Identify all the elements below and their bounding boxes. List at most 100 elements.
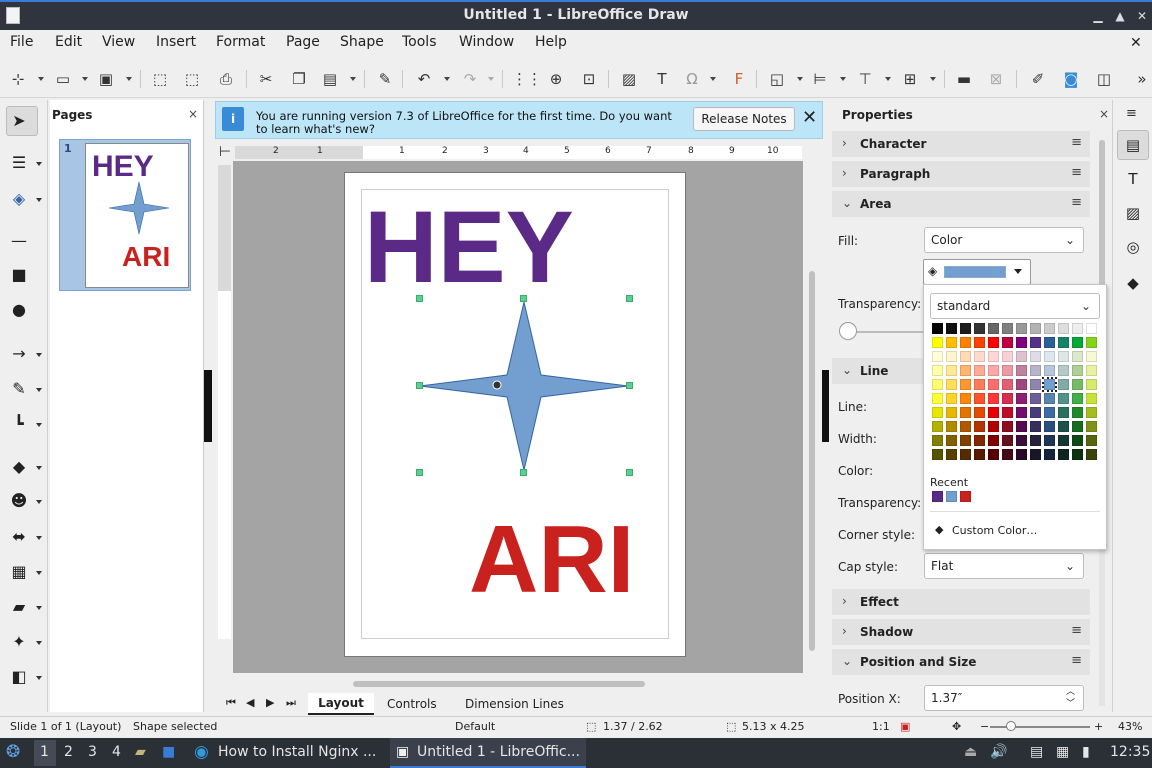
palette-swatch[interactable] [988, 365, 999, 376]
workspace-2[interactable]: 2 [64, 744, 73, 760]
palette-swatch[interactable] [1002, 379, 1013, 390]
palette-swatch[interactable] [1002, 351, 1013, 362]
rectangle-tool-icon[interactable]: ■ [8, 264, 30, 286]
palette-swatch[interactable] [1016, 421, 1027, 432]
release-notes-button[interactable]: Release Notes [693, 107, 795, 131]
prev-tab-icon[interactable]: ◀ [246, 696, 254, 709]
palette-swatch[interactable] [988, 449, 999, 460]
task-browser[interactable]: How to Install Nginx ... [218, 744, 376, 760]
distribute-icon[interactable]: ⊞ [900, 69, 920, 89]
undo-icon[interactable]: ↶ [414, 69, 434, 89]
zoom-slider-thumb[interactable] [1006, 721, 1016, 731]
section-line[interactable]: ⌄ Line [832, 358, 924, 384]
palette-swatch[interactable] [960, 351, 971, 362]
palette-swatch[interactable] [1030, 421, 1041, 432]
palette-swatch[interactable] [1086, 393, 1097, 404]
palette-swatch[interactable] [1044, 449, 1055, 460]
sidebar-menu-icon[interactable]: ≡ [1126, 106, 1137, 121]
page-thumbnail[interactable]: 1 HEY ARI [59, 139, 191, 291]
palette-swatch[interactable] [1044, 351, 1055, 362]
palette-swatch[interactable] [960, 449, 971, 460]
close-window-button[interactable]: ✕ [1134, 8, 1150, 24]
arrow-line-icon[interactable]: → [8, 343, 30, 365]
palette-swatch[interactable] [974, 407, 985, 418]
stars-icon[interactable]: ✦ [8, 631, 30, 653]
navigator-deck-icon[interactable]: ◎ [1121, 235, 1145, 259]
palette-swatch[interactable] [1030, 337, 1041, 348]
palette-swatch[interactable] [932, 449, 943, 460]
menu-window[interactable]: Window [459, 34, 514, 50]
palette-swatch[interactable] [988, 379, 999, 390]
palette-swatch[interactable] [974, 449, 985, 460]
palette-swatch[interactable] [1030, 407, 1041, 418]
palette-swatch[interactable] [1072, 435, 1083, 446]
palette-swatch[interactable] [1044, 407, 1055, 418]
zoom-pan-icon[interactable]: ⊡ [579, 69, 599, 89]
palette-swatch[interactable] [960, 421, 971, 432]
zoom-level[interactable]: 43% [1118, 720, 1142, 733]
palette-swatch[interactable] [1072, 365, 1083, 376]
menu-shape[interactable]: Shape [340, 34, 384, 50]
palette-swatch[interactable] [1086, 351, 1097, 362]
clipboard-icon[interactable]: ▤ [1030, 744, 1043, 760]
properties-deck-icon[interactable]: ▤ [1121, 133, 1145, 157]
palette-swatch[interactable] [960, 435, 971, 446]
palette-swatch[interactable] [1044, 365, 1055, 376]
palette-swatch[interactable] [988, 435, 999, 446]
palette-swatch[interactable] [974, 365, 985, 376]
workspace-4[interactable]: 4 [112, 744, 121, 760]
points-icon[interactable]: ✐ [1028, 69, 1048, 89]
block-arrows-icon[interactable]: ⬌ [8, 526, 30, 548]
zoom-out-icon[interactable]: − [980, 720, 989, 733]
workspace-1[interactable]: 1 [40, 744, 49, 760]
text-hey[interactable]: HEY [364, 187, 574, 307]
first-tab-icon[interactable]: ⏮ [226, 696, 236, 710]
export-icon[interactable]: ⬚ [150, 69, 170, 89]
menu-format[interactable]: Format [216, 34, 265, 50]
palette-swatch[interactable] [1002, 323, 1013, 334]
transparency-slider-thumb[interactable] [839, 322, 857, 340]
fontwork-icon[interactable]: F [729, 69, 749, 89]
new-document-icon[interactable]: ⊹ [8, 69, 28, 89]
palette-swatch[interactable] [1072, 351, 1083, 362]
palette-swatch[interactable] [960, 323, 971, 334]
align-objects-icon[interactable]: ⊨ [810, 69, 830, 89]
palette-swatch[interactable] [1016, 449, 1027, 460]
palette-swatch[interactable] [1058, 351, 1069, 362]
palette-swatch[interactable] [932, 337, 943, 348]
palette-swatch[interactable] [1086, 337, 1097, 348]
palette-swatch[interactable] [1002, 337, 1013, 348]
insert-textbox-icon[interactable]: T [652, 69, 672, 89]
more-tools-icon[interactable]: » [1132, 69, 1152, 89]
position-x-spinbox[interactable]: 1.37″ ︿ ﹀ [924, 685, 1084, 711]
section-effect[interactable]: › Effect [832, 589, 1090, 615]
palette-swatch[interactable] [1058, 407, 1069, 418]
palette-swatch[interactable] [988, 337, 999, 348]
palette-swatch[interactable] [1016, 393, 1027, 404]
palette-swatch[interactable] [960, 365, 971, 376]
menu-help[interactable]: Help [535, 34, 567, 50]
palette-swatch[interactable] [1086, 435, 1097, 446]
palette-swatch[interactable] [932, 351, 943, 362]
palette-swatch[interactable] [1072, 337, 1083, 348]
export-pdf-icon[interactable]: ⬚ [182, 69, 202, 89]
palette-swatch[interactable] [974, 435, 985, 446]
palette-swatch[interactable] [1016, 351, 1027, 362]
clone-formatting-icon[interactable]: ✎ [375, 69, 395, 89]
palette-swatch[interactable] [1044, 323, 1055, 334]
palette-swatch[interactable] [1058, 421, 1069, 432]
zoom-in-icon[interactable]: + [1094, 720, 1103, 733]
palette-swatch[interactable] [1030, 351, 1041, 362]
desktop-icon[interactable]: ■ [162, 744, 175, 760]
3d-objects-icon[interactable]: ◧ [8, 666, 30, 688]
palette-swatch[interactable] [932, 435, 943, 446]
palette-swatch[interactable] [960, 407, 971, 418]
fill-color-icon[interactable]: ◈ [8, 188, 30, 210]
fill-type-dropdown[interactable]: Color ⌄ [924, 227, 1084, 253]
palette-swatch[interactable] [946, 435, 957, 446]
palette-swatch[interactable] [1086, 379, 1097, 390]
section-menu-icon[interactable]: ≡ [1071, 623, 1082, 638]
fill-color-dropdown[interactable]: ◈ [923, 259, 1031, 285]
palette-swatch[interactable] [1030, 323, 1041, 334]
palette-swatch[interactable] [946, 337, 957, 348]
